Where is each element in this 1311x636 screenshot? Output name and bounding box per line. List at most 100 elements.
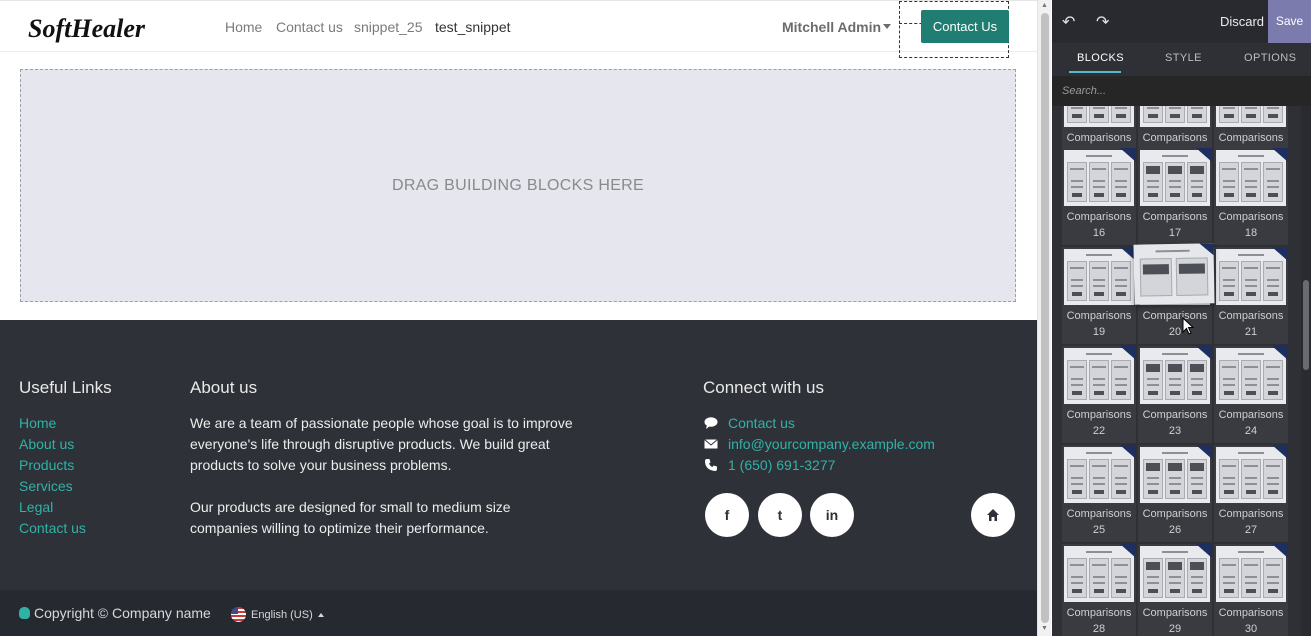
tab-options[interactable]: OPTIONS [1244, 52, 1296, 64]
caret-up-icon [317, 612, 324, 617]
snippet-block[interactable]: Comparisons 17 [1138, 148, 1212, 245]
snippet-label: Comparisons 16 [1062, 209, 1136, 241]
mouse-pointer-icon [1182, 317, 1195, 335]
footer-link-contact-us[interactable]: Contact us [19, 520, 86, 536]
about-text-line: products to solve your business problems… [190, 457, 452, 473]
drop-zone[interactable]: DRAG BUILDING BLOCKS HERE [20, 69, 1016, 302]
snippet-label-number: 16 [1092, 227, 1106, 239]
bug-icon [19, 607, 30, 619]
sh-badge-icon [1272, 445, 1288, 459]
phone-link[interactable]: 1 (650) 691-3277 [728, 457, 835, 473]
snippet-label-name: Comparisons [1218, 508, 1284, 520]
language-selector[interactable]: English (US) [231, 607, 324, 622]
scroll-down-icon[interactable]: ▼ [1041, 625, 1048, 632]
about-text-line: companies willing to optimize their perf… [190, 520, 489, 536]
snippet-label-name: Comparisons [1066, 132, 1132, 144]
blocks-scrollbar-thumb[interactable] [1303, 280, 1309, 370]
snippet-thumbnail [1140, 106, 1210, 127]
caret-down-icon[interactable] [883, 24, 891, 29]
sh-badge-icon [1120, 148, 1136, 162]
undo-icon[interactable]: ↶ [1062, 12, 1075, 32]
snippet-block[interactable]: Comparisons 19 [1062, 247, 1136, 344]
language-label: English (US) [251, 608, 313, 621]
about-text-line: Our products are designed for small to m… [190, 499, 511, 515]
blocks-scrollbar[interactable] [1301, 106, 1311, 636]
footer-link-about-us[interactable]: About us [19, 436, 74, 452]
sh-badge-icon [1120, 544, 1136, 558]
snippet-block[interactable]: Comparisons 29 [1138, 544, 1212, 636]
twitter-icon[interactable]: t [758, 493, 802, 537]
scroll-up-icon[interactable]: ▲ [1041, 2, 1048, 9]
snippet-label: Comparisons 20 [1138, 308, 1212, 340]
snippet-label-name: Comparisons [1142, 409, 1208, 421]
snippet-label-number: 30 [1244, 623, 1258, 635]
snippet-block[interactable]: Comparisons 22 [1062, 346, 1136, 443]
snippet-block[interactable]: Comparisons 26 [1138, 445, 1212, 542]
snippet-label: Comparisons 25 [1062, 506, 1136, 538]
snippet-label: Comparisons 30 [1214, 605, 1288, 636]
snippet-label-number: 18 [1244, 227, 1258, 239]
tab-style[interactable]: STYLE [1165, 52, 1202, 64]
snippet-label-name: Comparisons [1066, 310, 1132, 322]
sh-badge-icon [1272, 247, 1288, 261]
active-tab-indicator [1069, 71, 1121, 73]
nav-test-snippet[interactable]: test_snippet [435, 19, 511, 35]
blocks-search-input[interactable] [1052, 76, 1311, 106]
snippet-block[interactable]: Comparisons 18 [1214, 148, 1288, 245]
nav-snippet-25[interactable]: snippet_25 [354, 19, 423, 35]
connect-contact-link[interactable]: Contact us [728, 415, 795, 431]
linkedin-icon[interactable]: in [810, 493, 854, 537]
contact-us-button[interactable]: Contact Us [921, 10, 1009, 43]
scrollbar-thumb[interactable] [1041, 13, 1049, 623]
copyright-label: Copyright © Company name [34, 605, 211, 621]
page-scrollbar[interactable]: ▲ ▼ [1037, 0, 1051, 636]
nav-contact-us[interactable]: Contact us [276, 19, 343, 35]
footer-link-legal[interactable]: Legal [19, 499, 53, 515]
snippet-label-number: 20 [1168, 326, 1182, 338]
website-preview: SoftHealer Home Contact us snippet_25 te… [0, 0, 1037, 636]
copyright-bar: Copyright © Company name English (US) [0, 590, 1037, 636]
snippet-label: Comparisons 27 [1214, 506, 1288, 538]
useful-links-heading: Useful Links [19, 378, 112, 397]
sh-badge-icon [1120, 445, 1136, 459]
snippet-label: Comparisons 19 [1062, 308, 1136, 340]
sh-badge-icon [1196, 148, 1212, 162]
snippet-block[interactable]: Comparisons 28 [1062, 544, 1136, 636]
sh-badge-icon [1272, 544, 1288, 558]
home-icon[interactable] [971, 493, 1015, 537]
sh-badge-icon [1272, 148, 1288, 162]
snippet-label-name: Comparisons [1066, 607, 1132, 619]
snippet-block[interactable]: Comparisons 21 [1214, 247, 1288, 344]
blocks-search [1052, 76, 1311, 106]
save-button[interactable]: Save [1268, 0, 1311, 43]
snippet-label-name: Comparisons [1218, 409, 1284, 421]
snippet-thumbnail [1216, 106, 1286, 127]
redo-icon[interactable]: ↷ [1096, 12, 1109, 32]
snippet-block[interactable]: Comparisons 16 [1062, 148, 1136, 245]
tab-blocks[interactable]: BLOCKS [1077, 52, 1124, 64]
email-link[interactable]: info@yourcompany.example.com [728, 436, 935, 452]
comment-icon [704, 417, 718, 429]
snippet-label-number: 19 [1092, 326, 1106, 338]
discard-button[interactable]: Discard [1212, 0, 1272, 43]
snippet-block[interactable]: Comparisons 24 [1214, 346, 1288, 443]
user-menu[interactable]: Mitchell Admin [782, 19, 881, 35]
snippet-block[interactable]: Comparisons 30 [1214, 544, 1288, 636]
sh-badge-icon [1196, 346, 1212, 360]
snippet-block[interactable]: Comparisons 23 [1138, 346, 1212, 443]
snippet-block[interactable]: Comparisons 27 [1214, 445, 1288, 542]
nav-home[interactable]: Home [225, 19, 262, 35]
facebook-icon[interactable]: f [705, 493, 749, 537]
softhealer-logo[interactable]: SoftHealer [28, 13, 198, 43]
snippet-label-name: Comparisons [1218, 132, 1284, 144]
footer-link-home[interactable]: Home [19, 415, 56, 431]
sh-badge-icon [1120, 346, 1136, 360]
snippet-block[interactable]: Comparisons 25 [1062, 445, 1136, 542]
footer-link-services[interactable]: Services [19, 478, 73, 494]
snippet-label-name: Comparisons [1218, 607, 1284, 619]
footer-link-products[interactable]: Products [19, 457, 74, 473]
snippet-label: Comparisons 28 [1062, 605, 1136, 636]
about-us-heading: About us [190, 378, 258, 397]
snippet-label: Comparisons 21 [1214, 308, 1288, 340]
snippet-label: Comparisons 18 [1214, 209, 1288, 241]
